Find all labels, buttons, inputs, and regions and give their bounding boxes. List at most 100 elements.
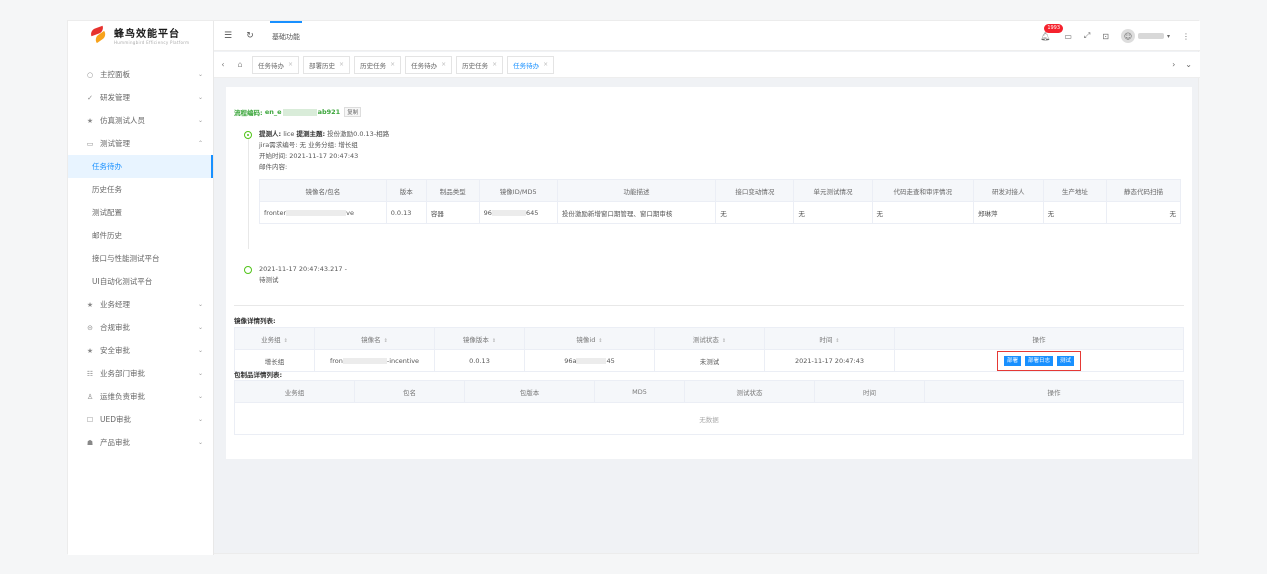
ops-cell: 部署 部署日志 测试 <box>894 349 1184 372</box>
unit-test-cell: 无 <box>793 201 873 224</box>
col-header: 操作 <box>924 380 1184 403</box>
logo[interactable]: 蜂鸟效能平台 Hummingbird Efficiency Platform <box>68 21 213 49</box>
more-vertical-icon[interactable]: ⋮ <box>1182 32 1190 41</box>
app-window: 蜂鸟效能平台 Hummingbird Efficiency Platform ○… <box>67 20 1200 555</box>
tabs-prev-icon[interactable]: ‹ <box>214 60 232 69</box>
tab-history-2[interactable]: 历史任务 × <box>456 55 504 74</box>
close-icon[interactable]: × <box>543 61 548 68</box>
close-icon[interactable]: × <box>441 61 446 68</box>
sidebar-item-compliance[interactable]: ⊝ 合规审批 ⌄ <box>68 316 213 339</box>
col-header-time[interactable]: 时间 ⇕ <box>764 327 895 350</box>
image-id-cell: 96a 45 <box>524 349 655 372</box>
chevron-down-icon: ⌄ <box>197 324 203 331</box>
tabs-next-icon[interactable]: › <box>1172 60 1175 69</box>
notification-bell-icon[interactable]: 🔔︎ 1993 <box>1040 23 1064 41</box>
dev-contact-cell: 郑琳萍 <box>972 201 1044 224</box>
sidebar-item-dashboard[interactable]: ○ 主控面板 ⌄ <box>68 63 213 86</box>
chevron-down-icon: ⌄ <box>197 416 203 423</box>
sidebar-subitem-config[interactable]: 测试配置 <box>68 201 213 224</box>
close-icon[interactable]: × <box>288 61 293 68</box>
sidebar-item-label: UED审批 <box>100 415 132 424</box>
topic-value: 投份激励0.0.13-相路 <box>327 130 390 138</box>
chevron-down-icon: ⌄ <box>197 370 203 377</box>
sidebar-item-ued-approval[interactable]: ☐ UED审批 ⌄ <box>68 408 213 431</box>
sidebar-item-dept-approval[interactable]: ☷ 业务部门审批 ⌄ <box>68 362 213 385</box>
mail-content-table: 镜像名/包名 版本 制品类型 镜像ID/MD5 功能描述 接口变动情况 单元测试… <box>259 179 1181 224</box>
col-header-test-status[interactable]: 测试状态 ⇕ <box>654 327 765 350</box>
tab-todo-active[interactable]: 任务待办 × <box>507 55 555 74</box>
sidebar-subitem-api-perf[interactable]: 接口与性能测试平台 <box>68 247 213 270</box>
close-icon[interactable]: × <box>339 61 344 68</box>
timeline-dot <box>244 131 252 139</box>
sidebar-subitem-history[interactable]: 历史任务 <box>68 178 213 201</box>
chevron-up-icon: ⌃ <box>197 140 203 147</box>
deploy-log-button[interactable]: 部署日志 <box>1024 355 1053 366</box>
copy-button[interactable]: 复制 <box>344 107 362 117</box>
refresh-icon[interactable]: ↻ <box>242 31 258 41</box>
flow-code-suffix: ab921 <box>317 108 341 116</box>
col-header: 包名 <box>354 380 465 403</box>
sidebar-subitem-todo[interactable]: 任务待办 <box>68 155 213 178</box>
col-header: 制品类型 <box>425 179 480 202</box>
close-icon[interactable]: × <box>390 61 395 68</box>
sidebar-item-label: 产品审批 <box>100 438 130 447</box>
top-tab-basic-functions[interactable]: 基础功能 <box>270 20 302 51</box>
fullscreen-icon[interactable]: ⤢ <box>1084 31 1090 41</box>
col-header: 接口变动情况 <box>715 179 795 202</box>
test-button[interactable]: 测试 <box>1057 355 1075 366</box>
deploy-button[interactable]: 部署 <box>1003 355 1021 366</box>
flow-code-prefix: en_e <box>264 108 282 116</box>
top-bar: ☰ ↻ 基础功能 🔔︎ 1993 ▭ ⤢ ⊡ ☺ ▾ ⋮ <box>214 20 1200 51</box>
user-menu[interactable]: ☺ ▾ <box>1120 29 1170 43</box>
col-header-biz-group[interactable]: 业务组 ⇕ <box>234 327 315 350</box>
lock-icon[interactable]: ⊡ <box>1102 32 1109 41</box>
chevron-down-icon: ⌄ <box>197 94 203 101</box>
sidebar-item-label: 仿真测试人员 <box>100 116 145 125</box>
col-header: 生产地址 <box>1042 179 1108 202</box>
tab-label: 历史任务 <box>360 61 387 70</box>
check-icon: ✓ <box>87 93 93 102</box>
tab-history-1[interactable]: 历史任务 × <box>354 55 402 74</box>
chevron-down-icon: ⌄ <box>197 71 203 78</box>
sidebar-item-label: 研发管理 <box>100 93 130 102</box>
tester-label: 提测人: <box>259 130 282 138</box>
tab-todo-1[interactable]: 任务待办 × <box>252 55 300 74</box>
tab-deploy-history[interactable]: 部署历史 × <box>303 55 351 74</box>
col-header-image-version[interactable]: 镜像版本 ⇕ <box>434 327 525 350</box>
sidebar-item-ops-approval[interactable]: ♙ 运维负责审批 ⌄ <box>68 385 213 408</box>
sidebar-item-label: 测试管理 <box>100 139 130 148</box>
sort-icon: ⇕ <box>283 337 288 344</box>
sidebar-item-security[interactable]: ★ 安全审批 ⌄ <box>68 339 213 362</box>
col-header: 版本 <box>385 179 427 202</box>
sidebar-subitem-mail-history[interactable]: 邮件历史 <box>68 224 213 247</box>
tab-todo-2[interactable]: 任务待办 × <box>405 55 453 74</box>
close-icon[interactable]: × <box>492 61 497 68</box>
tester-value: lice <box>283 130 295 138</box>
test-status-cell: 未测试 <box>654 349 765 372</box>
col-header-ops: 操作 <box>894 327 1184 350</box>
message-icon[interactable]: ▭ <box>1064 32 1072 41</box>
sidebar-item-sim-testers[interactable]: ★ 仿真测试人员 ⌄ <box>68 109 213 132</box>
artifact-type-cell: 容器 <box>425 201 480 224</box>
sidebar-item-test-mgmt[interactable]: ▭ 测试管理 ⌃ <box>68 132 213 155</box>
col-header-image-id[interactable]: 镜像id ⇕ <box>524 327 655 350</box>
sidebar-item-label: 合规审批 <box>100 323 130 332</box>
tab-label: 任务待办 <box>258 61 284 70</box>
menu-toggle-icon[interactable]: ☰ <box>220 31 236 41</box>
sidebar-subitem-ui-auto[interactable]: UI自动化测试平台 <box>68 270 213 293</box>
chevron-down-icon: ▾ <box>1166 32 1170 40</box>
sidebar-item-rd[interactable]: ✓ 研发管理 ⌄ <box>68 86 213 109</box>
chevron-down-icon: ⌄ <box>197 393 203 400</box>
logo-subtitle: Hummingbird Efficiency Platform <box>114 40 190 45</box>
timeline-entry-1: 提测人: lice 提测主题: 投份激励0.0.13-相路 jira需求编号: … <box>259 129 389 173</box>
timeline-entry-2: 2021-11-17 20:47:43.217 - 待测试 <box>259 264 347 286</box>
col-header: 单元测试情况 <box>793 179 873 202</box>
user-icon: ♙ <box>86 392 94 401</box>
sidebar-item-product-approval[interactable]: ☗ 产品审批 ⌄ <box>68 431 213 454</box>
test-mgmt-submenu: 任务待办 历史任务 测试配置 邮件历史 接口与性能测试平台 UI自动化测试平台 <box>68 155 213 293</box>
col-header-image-name[interactable]: 镜像名 ⇕ <box>314 327 435 350</box>
time-cell: 2021-11-17 20:47:43 <box>764 349 895 372</box>
home-icon[interactable]: ⌂ <box>232 60 248 69</box>
sidebar-item-biz-manager[interactable]: ★ 业务经理 ⌄ <box>68 293 213 316</box>
tabs-dropdown-icon[interactable]: ⌄ <box>1185 60 1192 69</box>
